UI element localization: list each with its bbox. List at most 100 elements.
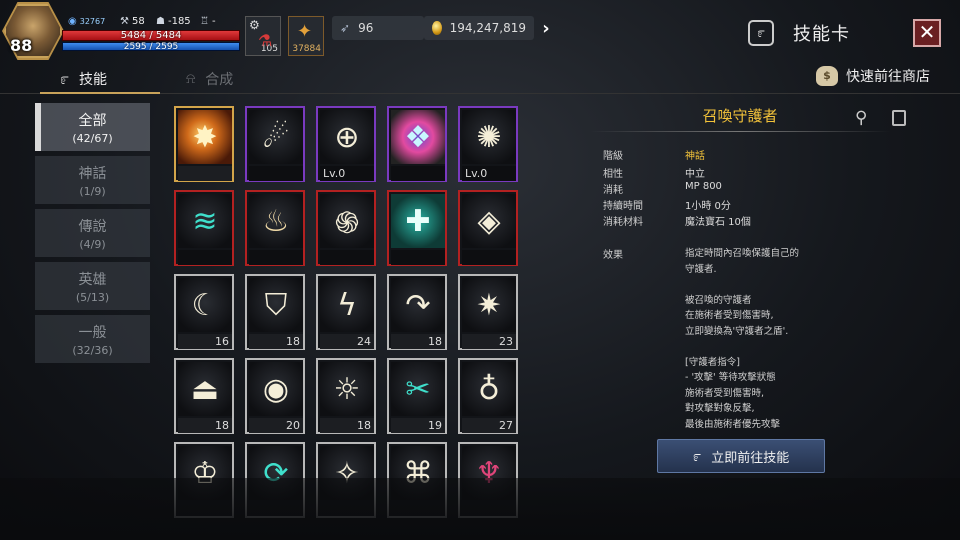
category-count: (5/13) (75, 290, 110, 304)
gold-coin-icon (432, 21, 442, 35)
category-count: (42/67) (72, 131, 113, 145)
active-tab-indicator (40, 92, 160, 94)
card-count: 19 (391, 418, 445, 433)
item-count: 37884 (292, 44, 321, 54)
category-mythic[interactable]: 神話 (1/9) (35, 156, 150, 204)
effect-label: 效果 (603, 250, 623, 261)
close-button[interactable]: ✕ (913, 19, 941, 47)
category-name: 英雄 (78, 271, 107, 288)
wing-icon: ➶ (340, 21, 351, 35)
card-count: 27 (462, 418, 516, 433)
category-count: (1/9) (79, 184, 106, 198)
skill-card[interactable]: ◈ (458, 190, 518, 266)
potion-slot[interactable]: ⚙ ⚗ 105 (245, 16, 281, 56)
skill-card[interactable]: ❖ (387, 106, 447, 182)
shop-link[interactable]: $ 快速前往商店 (816, 66, 930, 86)
skill-card[interactable]: ✷ 23 (458, 274, 518, 350)
skill-card[interactable]: ⊕ Lv.0 (316, 106, 376, 182)
dragon-ring-icon: ✺ (462, 110, 516, 164)
field-value-material: 魔法寶石 10個 (685, 217, 751, 228)
field-label: 消耗材料 (603, 217, 643, 228)
category-heroic[interactable]: 英雄 (5/13) (35, 262, 150, 310)
skill-card[interactable]: ⛉ 18 (245, 274, 305, 350)
shield-icon: ⛉ (249, 278, 303, 332)
gem-currency: ➶ 96 (332, 16, 424, 40)
go-to-skill-button[interactable]: ೯ 立即前往技能 (657, 439, 825, 473)
buff-stat: ◉ 32767 (68, 14, 105, 28)
category-count: (32/36) (72, 343, 113, 357)
stat-b-value: -185 (167, 15, 191, 27)
skill-card[interactable]: ☼ 18 (316, 358, 376, 434)
skill-card[interactable]: ↷ 18 (387, 274, 447, 350)
skill-card[interactable]: ♨ (245, 190, 305, 266)
card-footer (320, 250, 374, 265)
tab-skill[interactable]: ೯ 技能 (60, 68, 107, 90)
skill-card[interactable]: ✚ (387, 190, 447, 266)
skill-card[interactable]: ♁ 27 (458, 358, 518, 434)
field-label: 階級 (603, 151, 623, 162)
skill-card-summon-guardian[interactable]: ✸ (174, 106, 234, 182)
tab-synthesis[interactable]: ⍾ 合成 (186, 68, 233, 90)
gem-amount: 96 (358, 21, 374, 35)
skill-card[interactable]: ✂ 19 (387, 358, 447, 434)
tab-skill-label: 技能 (78, 72, 107, 88)
skill-card[interactable]: ≋ (174, 190, 234, 266)
skill-card[interactable]: ⏏ 18 (174, 358, 234, 434)
category-name: 傳說 (78, 218, 107, 235)
stat-b: ☗ -185 (156, 14, 191, 28)
category-legendary[interactable]: 傳說 (4/9) (35, 209, 150, 257)
go-to-skill-label: 立即前往技能 (711, 450, 790, 466)
card-count: 18 (391, 334, 445, 349)
field-value-affinity: 中立 (685, 169, 705, 180)
item-slot[interactable]: ✦ 37884 (288, 16, 324, 56)
skill-name: 召喚守護者 (702, 107, 778, 125)
skill-card[interactable]: ϟ 24 (316, 274, 376, 350)
mp-text: 2595 / 2595 (123, 42, 179, 52)
field-label: 持續時間 (603, 201, 643, 212)
bell-icon: ⍾ (186, 71, 196, 87)
field-value-duration: 1小時 0分 (685, 201, 731, 212)
field-label: 消耗 (603, 185, 623, 196)
helmet-icon: ☗ (156, 15, 165, 27)
stat-c-value: - (211, 15, 216, 27)
card-level: Lv.0 (320, 166, 374, 181)
skill-card[interactable]: ☄ (245, 106, 305, 182)
lightning-icon: ϟ (320, 278, 374, 332)
trophy-icon: ♖ (200, 15, 209, 27)
mask-icon: ☾ (178, 278, 232, 332)
card-footer (249, 250, 303, 265)
orb-pedestal-icon: ♁ (462, 362, 516, 416)
card-count: 24 (320, 334, 374, 349)
category-common[interactable]: 一般 (32/36) (35, 315, 150, 363)
skill-card[interactable]: ֍ (316, 190, 376, 266)
stat-a-value: 58 (131, 15, 145, 27)
card-footer (249, 166, 303, 181)
card-footer (391, 250, 445, 265)
pickaxe-icon: ⚒ (120, 15, 129, 27)
lock-icon[interactable] (892, 110, 906, 126)
mp-bar: 2595 / 2595 (62, 42, 240, 52)
stat-a: ⚒ 58 (120, 14, 145, 28)
skill-card[interactable]: ☾ 16 (174, 274, 234, 350)
money-bag-icon: $ (816, 66, 838, 86)
spiral-icon: ೯ (60, 69, 69, 88)
category-name: 神話 (78, 165, 107, 182)
field-value-grade: 神話 (685, 151, 705, 162)
category-name: 一般 (78, 324, 107, 341)
crystal-book-icon: ❖ (391, 110, 445, 164)
card-level: Lv.0 (462, 166, 516, 181)
magnifier-icon[interactable]: ⚲ (855, 108, 867, 128)
skill-card[interactable]: ✺ Lv.0 (458, 106, 518, 182)
spiral-icon: ೯ (748, 20, 774, 46)
category-all[interactable]: 全部 (42/67) (35, 103, 150, 151)
active-category-marker (35, 103, 41, 151)
spirit-beast-icon: ☄ (249, 110, 303, 164)
window-title: 技能卡 (793, 24, 850, 45)
field-value-cost: MP 800 (685, 181, 722, 192)
tab-synth-label: 合成 (205, 72, 234, 88)
skill-card[interactable]: ◉ 20 (245, 358, 305, 434)
title-divider (590, 131, 890, 132)
gold-currency: 194,247,819 (424, 16, 534, 40)
chevron-right-icon[interactable]: › (536, 18, 556, 40)
hp-bar: 5484 / 5484 (62, 30, 240, 41)
